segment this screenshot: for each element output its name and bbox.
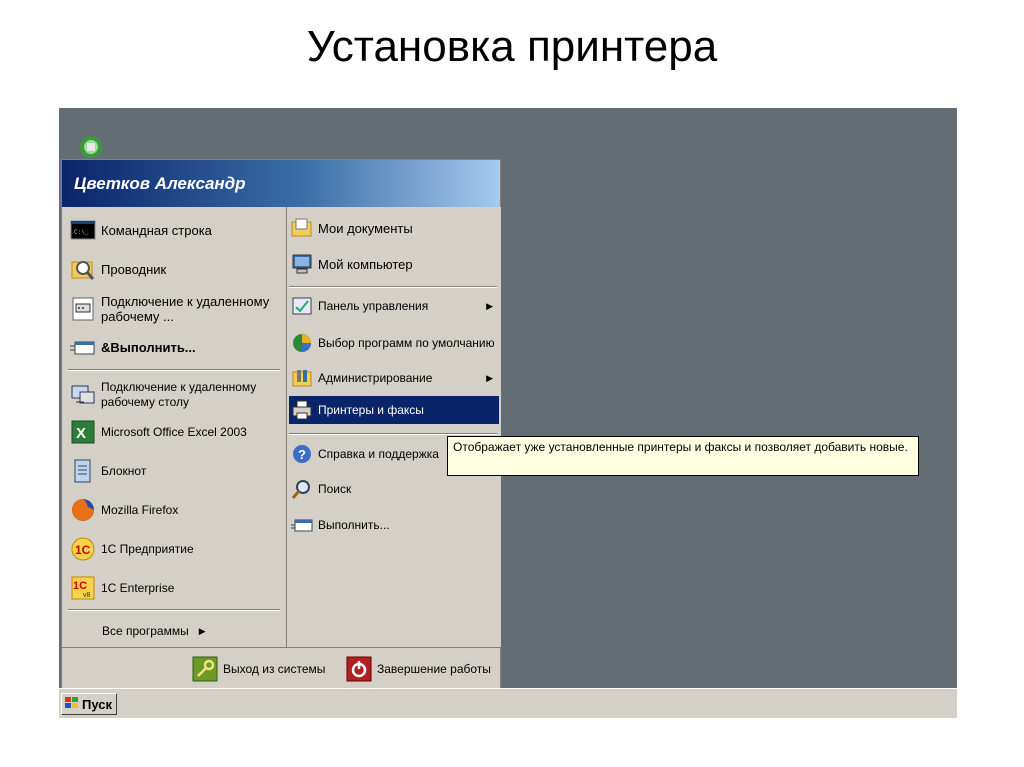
start-button-label: Пуск	[82, 696, 112, 712]
menu-item-search[interactable]: Поиск	[291, 475, 497, 503]
default-programs-icon	[291, 332, 313, 354]
submenu-arrow-icon: ▶	[486, 372, 493, 383]
key-icon	[192, 656, 218, 682]
svg-text:X: X	[76, 425, 86, 442]
remote-desktop-icon	[70, 382, 96, 408]
desktop-screen: Цветков Александр C:\_ Командная строка …	[59, 108, 957, 718]
start-menu-footer: Выход из системы Завершение работы	[62, 647, 500, 689]
menu-item-firefox[interactable]: Mozilla Firefox	[70, 495, 284, 525]
control-panel-icon	[291, 295, 313, 317]
logoff-button[interactable]: Выход из системы	[192, 655, 340, 683]
menu-item-run[interactable]: Выполнить...	[291, 511, 497, 539]
menu-item-explorer[interactable]: Проводник	[70, 254, 280, 284]
cmd-icon: C:\_	[70, 217, 96, 243]
1c-v8-icon: 1С v8	[70, 575, 96, 601]
shutdown-button[interactable]: Завершение работы	[346, 655, 500, 683]
menu-item-cmd[interactable]: C:\_ Командная строка	[70, 215, 280, 245]
system-places-column: Мои документы Мой компьютер Панель управ…	[286, 207, 501, 647]
explorer-icon	[70, 256, 96, 282]
run-icon	[291, 514, 313, 536]
notepad-icon	[70, 458, 96, 484]
menu-item-my-computer[interactable]: Мой компьютер	[291, 251, 497, 277]
start-menu: Цветков Александр C:\_ Командная строка …	[61, 159, 501, 689]
excel-icon: X	[70, 419, 96, 445]
documents-icon	[291, 217, 313, 239]
search-icon	[291, 478, 313, 500]
menu-item-my-documents[interactable]: Мои документы	[291, 215, 497, 241]
menu-item-excel[interactable]: X Microsoft Office Excel 2003	[70, 417, 284, 447]
computer-icon	[291, 253, 313, 275]
menu-item-default-programs[interactable]: Выбор программ по умолчанию	[291, 324, 497, 362]
slide-title: Установка принтера	[306, 22, 718, 71]
menu-item-1c-enterprise-ru[interactable]: 1С 1С Предприятие	[70, 534, 284, 564]
separator	[289, 433, 497, 435]
separator	[68, 369, 280, 371]
firefox-icon	[70, 497, 96, 523]
svg-text:C:\_: C:\_	[74, 229, 89, 236]
menu-item-run-pinned[interactable]: &Выполнить...	[70, 332, 280, 362]
menu-item-notepad[interactable]: Блокнот	[70, 456, 284, 486]
menu-item-remote-desktop[interactable]: Подключение к удаленному рабочему ...	[70, 289, 284, 329]
remote-desktop-icon	[70, 296, 96, 322]
run-icon	[70, 334, 96, 360]
separator	[289, 286, 497, 288]
svg-text:?: ?	[298, 447, 306, 462]
submenu-arrow-icon: ▶	[486, 300, 493, 311]
help-icon: ?	[291, 443, 313, 465]
pinned-programs-column: C:\_ Командная строка Проводник Подключе…	[62, 207, 284, 647]
menu-item-administrative-tools[interactable]: Администрирование ▶	[291, 365, 497, 391]
menu-item-printers-and-faxes[interactable]: Принтеры и факсы	[289, 396, 499, 424]
all-programs-button[interactable]: Все программы ▶	[102, 621, 252, 641]
1c-icon: 1С	[70, 536, 96, 562]
svg-text:1С: 1С	[73, 580, 87, 592]
admin-tools-icon	[291, 367, 313, 389]
start-button[interactable]: Пуск	[61, 693, 117, 715]
printer-icon	[291, 399, 313, 421]
svg-text:1С: 1С	[75, 543, 91, 557]
menu-item-remote-desktop-recent[interactable]: Подключение к удаленному рабочему столу	[70, 375, 284, 415]
chevron-right-icon: ▶	[198, 625, 206, 636]
power-icon	[346, 656, 372, 682]
tooltip: Отображает уже установленные принтеры и …	[447, 436, 919, 476]
menu-item-control-panel[interactable]: Панель управления ▶	[291, 293, 497, 319]
separator	[68, 609, 280, 611]
desktop-network-icon[interactable]	[76, 133, 106, 161]
windows-logo-icon	[65, 696, 79, 712]
taskbar: Пуск	[59, 688, 957, 718]
menu-item-1c-enterprise-en[interactable]: 1С v8 1C Enterprise	[70, 573, 284, 603]
svg-text:v8: v8	[83, 592, 91, 599]
user-name-header: Цветков Александр	[62, 160, 500, 207]
